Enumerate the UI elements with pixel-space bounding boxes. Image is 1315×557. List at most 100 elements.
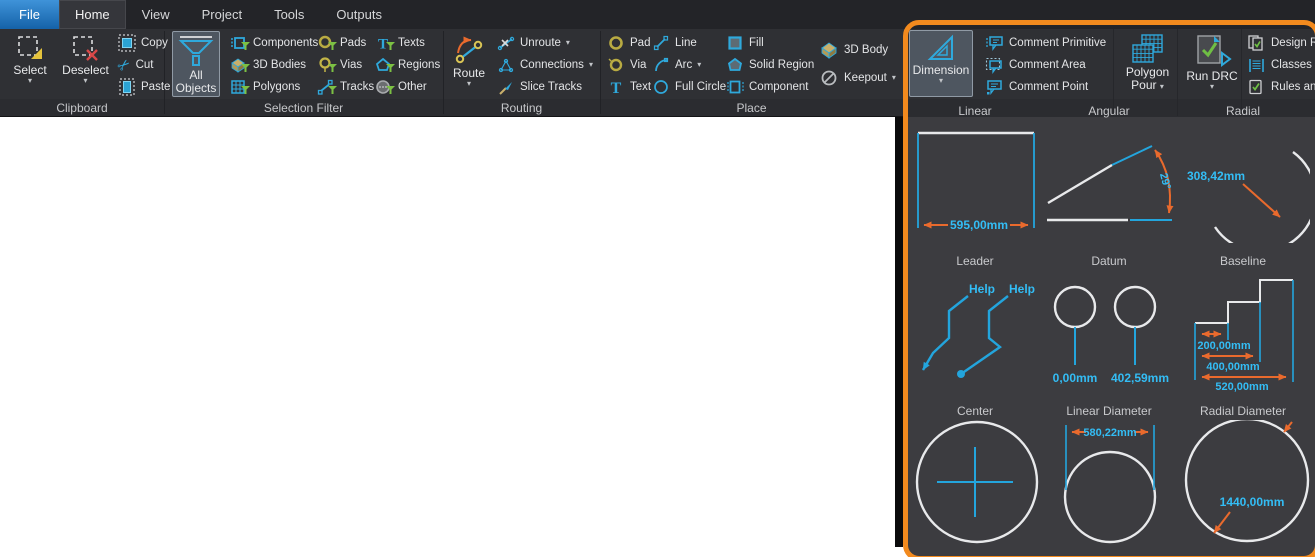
menu-item-leader[interactable]: Help Help (908, 270, 1042, 400)
filter-other[interactable]: Other (375, 77, 427, 97)
polygon-pour-button[interactable]: Polygon Pour (1120, 30, 1175, 97)
paste-icon (118, 78, 136, 96)
filter-polygons[interactable]: Polygons (230, 77, 300, 97)
unroute-button[interactable]: Unroute (497, 33, 570, 53)
tab-project[interactable]: Project (186, 0, 258, 29)
menu-item-center[interactable] (908, 420, 1042, 551)
dropdown-caret-icon (467, 80, 471, 88)
cut-button[interactable]: ✂ Cut (114, 54, 154, 75)
menu-item-radial-diameter[interactable]: 1440,00mm (1176, 417, 1310, 551)
menu-item-angular-label[interactable]: Angular (1042, 104, 1176, 118)
angular-dimension-preview: 29° (1047, 145, 1174, 222)
fill-icon (727, 35, 744, 52)
run-drc-button[interactable]: Run DRC (1185, 30, 1239, 97)
classes-button[interactable]: Classes (1247, 55, 1315, 75)
menu-item-radial-diameter-label[interactable]: Radial Diameter (1176, 404, 1310, 418)
place-text-button[interactable]: T Text (608, 77, 651, 97)
route-button[interactable]: Route (446, 31, 492, 97)
menu-item-baseline[interactable]: 200,00mm 400,00mm 520,00mm (1176, 270, 1310, 400)
menu-item-linear-label[interactable]: Linear (908, 104, 1042, 118)
connections-icon (497, 57, 515, 74)
filter-3d-bodies-label: 3D Bodies (253, 59, 307, 71)
place-via-button[interactable]: Via (608, 55, 646, 75)
cut-label: Cut (135, 59, 154, 71)
svg-text:400,00mm: 400,00mm (1206, 361, 1259, 373)
polygons-icon (230, 79, 250, 96)
slice-tracks-button[interactable]: Slice Tracks (497, 77, 582, 97)
menu-item-leader-label[interactable]: Leader (908, 254, 1042, 268)
select-button[interactable]: Select (4, 31, 56, 97)
place-full-circle-button[interactable]: Full Circle (653, 77, 726, 97)
svg-text:29°: 29° (1157, 172, 1173, 191)
svg-text:580,22mm: 580,22mm (1083, 427, 1136, 439)
tab-home[interactable]: Home (58, 0, 126, 29)
place-group-label: Place (736, 101, 767, 115)
dimension-button[interactable]: Dimension (909, 30, 973, 97)
place-line-button[interactable]: Line (653, 33, 697, 53)
menu-item-radial[interactable]: 308,42mm (1176, 119, 1315, 253)
place-arc-button[interactable]: Arc (653, 55, 701, 75)
comment-point-icon (985, 79, 1004, 96)
tab-outputs[interactable]: Outputs (320, 0, 398, 29)
filter-3d-bodies[interactable]: 3D Bodies (230, 55, 306, 75)
filter-components[interactable]: Components (230, 33, 318, 53)
paste-button[interactable]: Paste (118, 77, 170, 97)
all-objects-button[interactable]: All Objects (172, 31, 220, 97)
filter-regions[interactable]: Regions (375, 55, 440, 75)
selection-filter-group-label: Selection Filter (263, 101, 344, 115)
dimension-dropdown-panel: Dimension Comment Primitive Comment Area (903, 20, 1315, 557)
baseline-dimension-preview: 200,00mm 400,00mm 520,00mm (1194, 279, 1294, 393)
filter-pads[interactable]: Pads (317, 33, 366, 53)
menu-item-radial-label[interactable]: Radial (1176, 104, 1310, 118)
menu-item-linear-diameter-label[interactable]: Linear Diameter (1042, 404, 1176, 418)
tab-file[interactable]: File (0, 0, 59, 29)
place-component-button[interactable]: Component (727, 77, 808, 97)
svg-text:200,00mm: 200,00mm (1197, 340, 1250, 352)
design-rules-button[interactable]: Design Ru (1247, 33, 1315, 53)
comment-point-button[interactable]: Comment Point (985, 77, 1088, 97)
group-separator (1113, 29, 1114, 116)
comment-primitive-button[interactable]: Comment Primitive (985, 33, 1106, 53)
menu-item-center-label[interactable]: Center (908, 404, 1042, 418)
filter-texts-label: Texts (398, 37, 425, 49)
place-pad-button[interactable]: Pad (608, 33, 650, 53)
place-line-label: Line (675, 37, 697, 49)
menu-item-linear-diameter[interactable]: 580,22mm (1042, 420, 1176, 551)
tab-view[interactable]: View (126, 0, 186, 29)
components-icon (230, 35, 250, 52)
via-icon (608, 57, 625, 74)
all-objects-label: All Objects (175, 68, 217, 95)
rules-button[interactable]: Rules an (1247, 77, 1315, 97)
place-keepout-button[interactable]: Keepout (820, 68, 896, 88)
deselect-button[interactable]: Deselect (57, 31, 114, 97)
unroute-icon (497, 35, 515, 52)
comment-area-button[interactable]: Comment Area (985, 55, 1086, 75)
dropdown-caret-icon (83, 77, 87, 85)
line-icon (653, 35, 670, 52)
tab-tools[interactable]: Tools (258, 0, 320, 29)
place-pad-label: Pad (630, 37, 651, 49)
menu-item-angular[interactable]: 29° (1042, 119, 1176, 248)
place-solid-region-button[interactable]: Solid Region (727, 55, 814, 75)
connections-button[interactable]: Connections (497, 55, 593, 75)
slice-tracks-icon (497, 79, 515, 96)
place-3d-body-button[interactable]: 3D Body (820, 40, 888, 60)
pads-icon (317, 35, 337, 52)
place-fill-button[interactable]: Fill (727, 33, 764, 53)
filter-vias[interactable]: Vias (317, 55, 362, 75)
solid-region-icon (727, 57, 744, 74)
dropdown-caret-icon (28, 77, 32, 85)
menu-item-baseline-label[interactable]: Baseline (1176, 254, 1310, 268)
arc-icon (653, 57, 670, 74)
comment-primitive-icon (985, 35, 1004, 52)
place-arc-label: Arc (675, 59, 693, 71)
filter-texts[interactable]: T Texts (375, 33, 425, 53)
menu-item-datum[interactable]: 0,00mm 402,59mm (1042, 270, 1176, 400)
copy-button[interactable]: Copy (118, 33, 168, 53)
slice-tracks-label: Slice Tracks (520, 81, 582, 93)
place-text-label: Text (630, 81, 652, 93)
menu-item-datum-label[interactable]: Datum (1042, 254, 1176, 268)
menu-item-linear[interactable]: 595,00mm (908, 119, 1042, 248)
filter-tracks[interactable]: Tracks (317, 77, 374, 97)
dropdown-caret-icon (566, 39, 570, 47)
